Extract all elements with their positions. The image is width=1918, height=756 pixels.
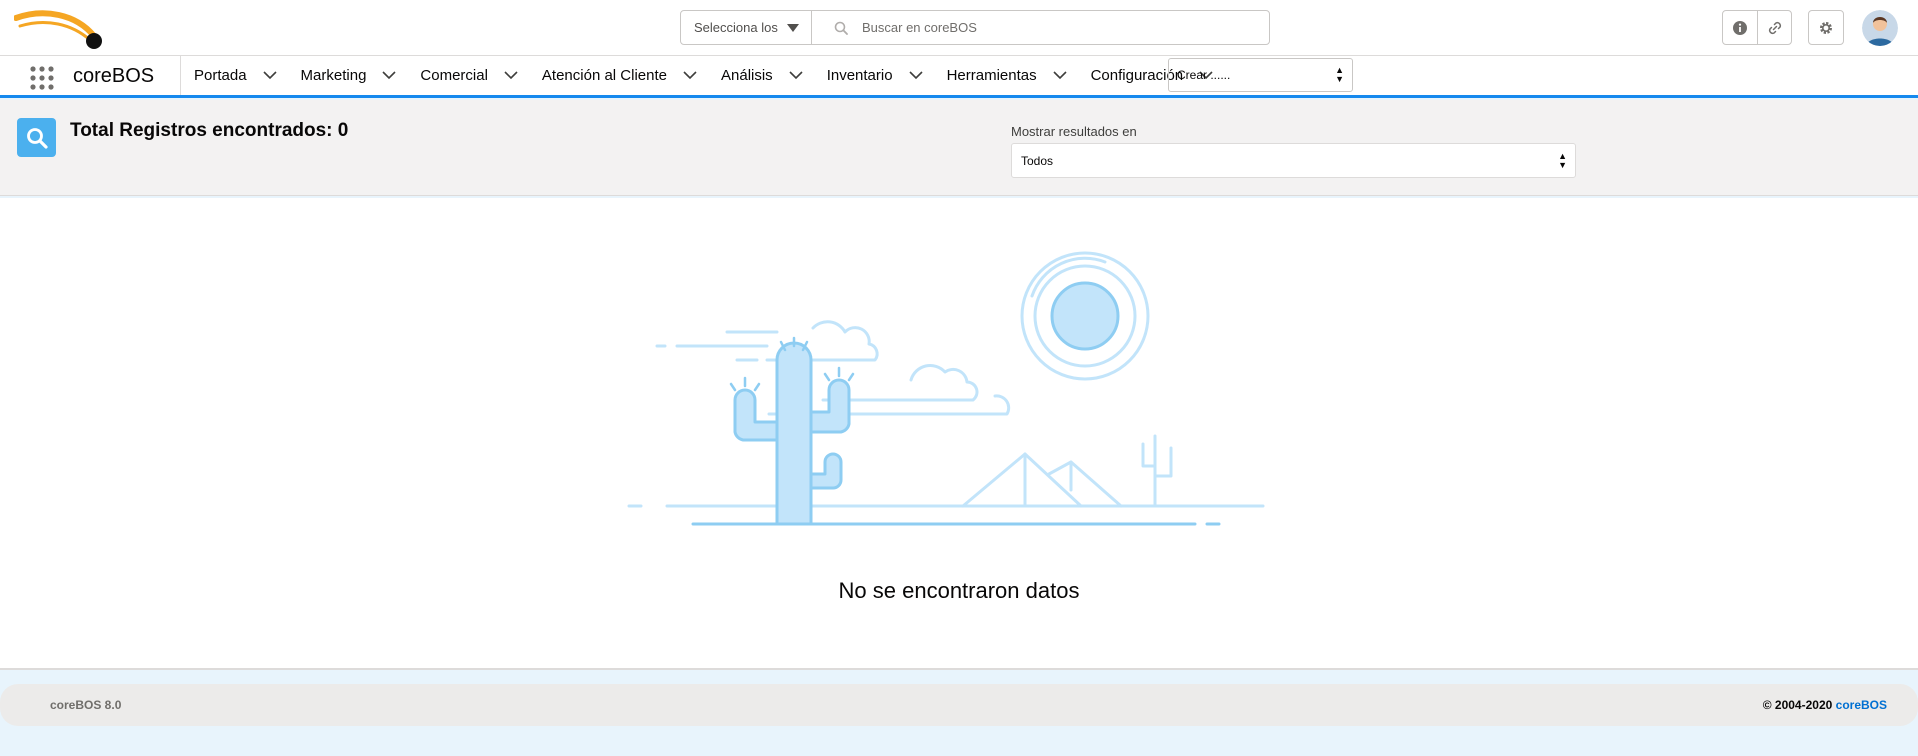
nav-item-label: Atención al Cliente — [541, 67, 667, 84]
chevron-down-icon[interactable] — [683, 71, 697, 80]
user-avatar-icon — [1862, 10, 1898, 46]
chevron-down-icon[interactable] — [504, 71, 518, 80]
search-placeholder: Buscar en coreBOS — [862, 20, 977, 35]
sort-arrows-icon: ▲ ▼ — [1558, 151, 1567, 170]
app-navigation-bar: coreBOS Portada Marketing Comercial Aten… — [0, 56, 1918, 98]
results-card: No se encontraron datos — [0, 198, 1918, 670]
search-scope-select[interactable]: Selecciona los — [681, 11, 812, 44]
chevron-down-icon[interactable] — [908, 71, 923, 80]
footer-brand-link[interactable]: coreBOS — [1836, 698, 1887, 712]
link-icon — [1768, 21, 1781, 34]
chevron-down-icon[interactable] — [1053, 71, 1067, 80]
info-button[interactable] — [1723, 11, 1757, 44]
corebos-logo[interactable] — [14, 4, 106, 52]
nav-item-label: Comercial — [420, 67, 488, 84]
setup-button-group — [1808, 10, 1844, 45]
show-results-value: Todos — [1021, 153, 1054, 168]
empty-state-message: No se encontraron datos — [838, 578, 1080, 603]
nav-item-label: Inventario — [826, 67, 893, 84]
caret-down-icon — [787, 24, 799, 32]
app-launcher-icon[interactable] — [29, 65, 55, 91]
global-header: Selecciona los Buscar en coreBOS — [0, 0, 1918, 56]
info-icon — [1733, 20, 1747, 35]
app-name: coreBOS — [73, 65, 155, 87]
nav-item-label: Marketing — [300, 67, 367, 84]
nav-item-label: Portada — [194, 67, 247, 84]
nav-item-atencion-cliente[interactable]: Atención al Cliente — [528, 56, 707, 95]
footer-version: coreBOS 8.0 — [50, 698, 122, 712]
link-button[interactable] — [1757, 11, 1791, 44]
user-avatar[interactable] — [1862, 10, 1898, 46]
nav-item-inventario[interactable]: Inventario — [813, 56, 933, 95]
nav-item-label: Análisis — [721, 67, 773, 84]
search-input[interactable]: Buscar en coreBOS — [812, 11, 1269, 44]
footer-copyright: © 2004-2020 coreBOS — [1763, 698, 1887, 712]
search-icon — [26, 127, 48, 149]
utility-button-group — [1722, 10, 1792, 45]
nav-menu: Portada Marketing Comercial Atención al … — [180, 56, 1223, 95]
nav-item-portada[interactable]: Portada — [180, 56, 287, 95]
nav-item-label: Herramientas — [946, 67, 1037, 84]
page-footer: coreBOS 8.0 © 2004-2020 coreBOS — [0, 684, 1918, 726]
show-results-label: Mostrar resultados en — [1011, 124, 1137, 139]
settings-button[interactable] — [1809, 11, 1843, 44]
search-icon — [834, 21, 848, 35]
create-select[interactable]: Crear ...... ▲ ▼ — [1168, 58, 1353, 92]
nav-item-herramientas[interactable]: Herramientas — [933, 56, 1077, 95]
nav-item-marketing[interactable]: Marketing — [287, 56, 407, 95]
empty-desert-illustration — [627, 251, 1265, 526]
nav-item-comercial[interactable]: Comercial — [406, 56, 528, 95]
sort-arrows-icon: ▲ ▼ — [1335, 65, 1344, 84]
results-page-header: Total Registros encontrados: 0 Mostrar r… — [0, 100, 1918, 196]
results-header-icon — [17, 118, 56, 157]
global-search: Selecciona los Buscar en coreBOS — [680, 10, 1270, 45]
create-select-value: Crear ...... — [1177, 68, 1231, 82]
chevron-down-icon[interactable] — [789, 71, 803, 80]
nav-item-analisis[interactable]: Análisis — [707, 56, 813, 95]
show-results-select[interactable]: Todos ▲ ▼ — [1011, 143, 1576, 178]
footer-copyright-text: © 2004-2020 — [1762, 698, 1833, 712]
chevron-down-icon[interactable] — [262, 71, 277, 80]
page-title: Total Registros encontrados: 0 — [70, 120, 349, 141]
search-scope-label: Selecciona los — [694, 20, 778, 35]
chevron-down-icon[interactable] — [382, 71, 396, 80]
gear-icon — [1820, 21, 1832, 34]
